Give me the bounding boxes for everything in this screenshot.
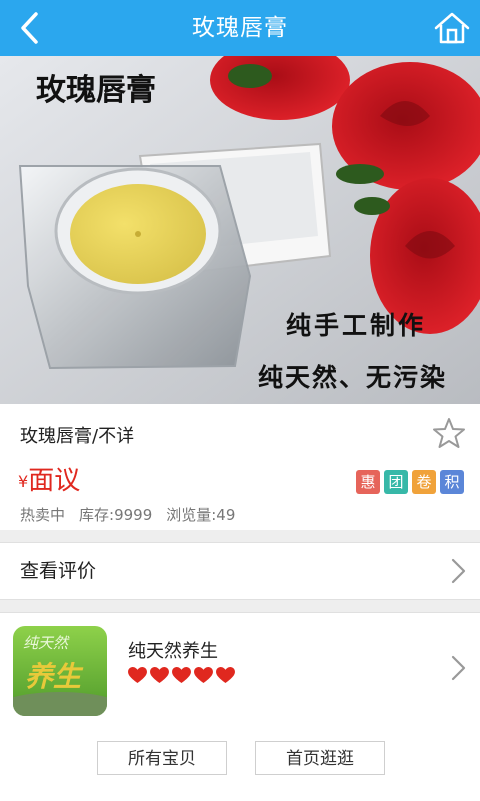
hero-caption-line1: 纯手工制作 bbox=[286, 311, 426, 340]
product-price: ¥面议 bbox=[18, 460, 80, 497]
heart-icon bbox=[128, 667, 147, 684]
shop-logo-top-text: 纯天然 bbox=[23, 634, 70, 652]
view-count: 浏览量:49 bbox=[166, 506, 236, 524]
shop-section: 纯天然 养生 纯天然养生 所有宝贝 首页逛逛 bbox=[0, 612, 480, 801]
price-currency: ¥ bbox=[18, 472, 29, 491]
shop-logo-main-text: 养生 bbox=[25, 660, 84, 693]
heart-icon bbox=[216, 667, 235, 684]
heart-icon bbox=[194, 667, 213, 684]
star-icon bbox=[433, 418, 465, 448]
favorite-button[interactable] bbox=[432, 416, 466, 450]
product-name: 玫瑰唇膏/不详 bbox=[20, 426, 135, 447]
badge-discount: 惠 bbox=[356, 470, 380, 494]
product-photo: 玫瑰唇膏 纯手工制作 纯天然、无污染 bbox=[0, 56, 480, 404]
heart-icon bbox=[150, 667, 169, 684]
badge-coupon: 卷 bbox=[412, 470, 436, 494]
product-info: 玫瑰唇膏/不详 ¥面议 惠 团 卷 积 热卖中 库存:9999 浏览量:49 bbox=[0, 404, 480, 530]
view-reviews-label: 查看评价 bbox=[20, 560, 97, 582]
chevron-right-icon bbox=[451, 655, 466, 681]
chevron-right-icon bbox=[451, 558, 466, 584]
all-items-button[interactable]: 所有宝贝 bbox=[97, 741, 227, 775]
price-value: 面议 bbox=[28, 466, 81, 496]
badge-group: 团 bbox=[384, 470, 408, 494]
stock-count: 库存:9999 bbox=[79, 506, 153, 524]
product-stats: 热卖中 库存:9999 浏览量:49 bbox=[20, 504, 249, 525]
view-reviews-row[interactable]: 查看评价 bbox=[0, 542, 480, 600]
shop-logo: 纯天然 养生 bbox=[13, 626, 107, 716]
promo-badges: 惠 团 卷 积 bbox=[356, 470, 464, 494]
shop-rating bbox=[128, 667, 235, 684]
hero-caption-title: 玫瑰唇膏 bbox=[36, 73, 156, 108]
home-button[interactable] bbox=[432, 8, 472, 48]
page-title: 玫瑰唇膏 bbox=[192, 15, 288, 41]
shop-home-button[interactable]: 首页逛逛 bbox=[255, 741, 385, 775]
hero-caption-line2: 纯天然、无污染 bbox=[258, 363, 447, 392]
home-icon bbox=[434, 12, 470, 44]
status-hot: 热卖中 bbox=[20, 506, 66, 524]
app-header: 玫瑰唇膏 bbox=[0, 0, 480, 56]
product-image[interactable]: 玫瑰唇膏 纯手工制作 纯天然、无污染 bbox=[0, 56, 480, 404]
jar bbox=[18, 165, 252, 370]
badge-points: 积 bbox=[440, 470, 464, 494]
heart-icon bbox=[172, 667, 191, 684]
shop-name: 纯天然养生 bbox=[128, 641, 218, 662]
